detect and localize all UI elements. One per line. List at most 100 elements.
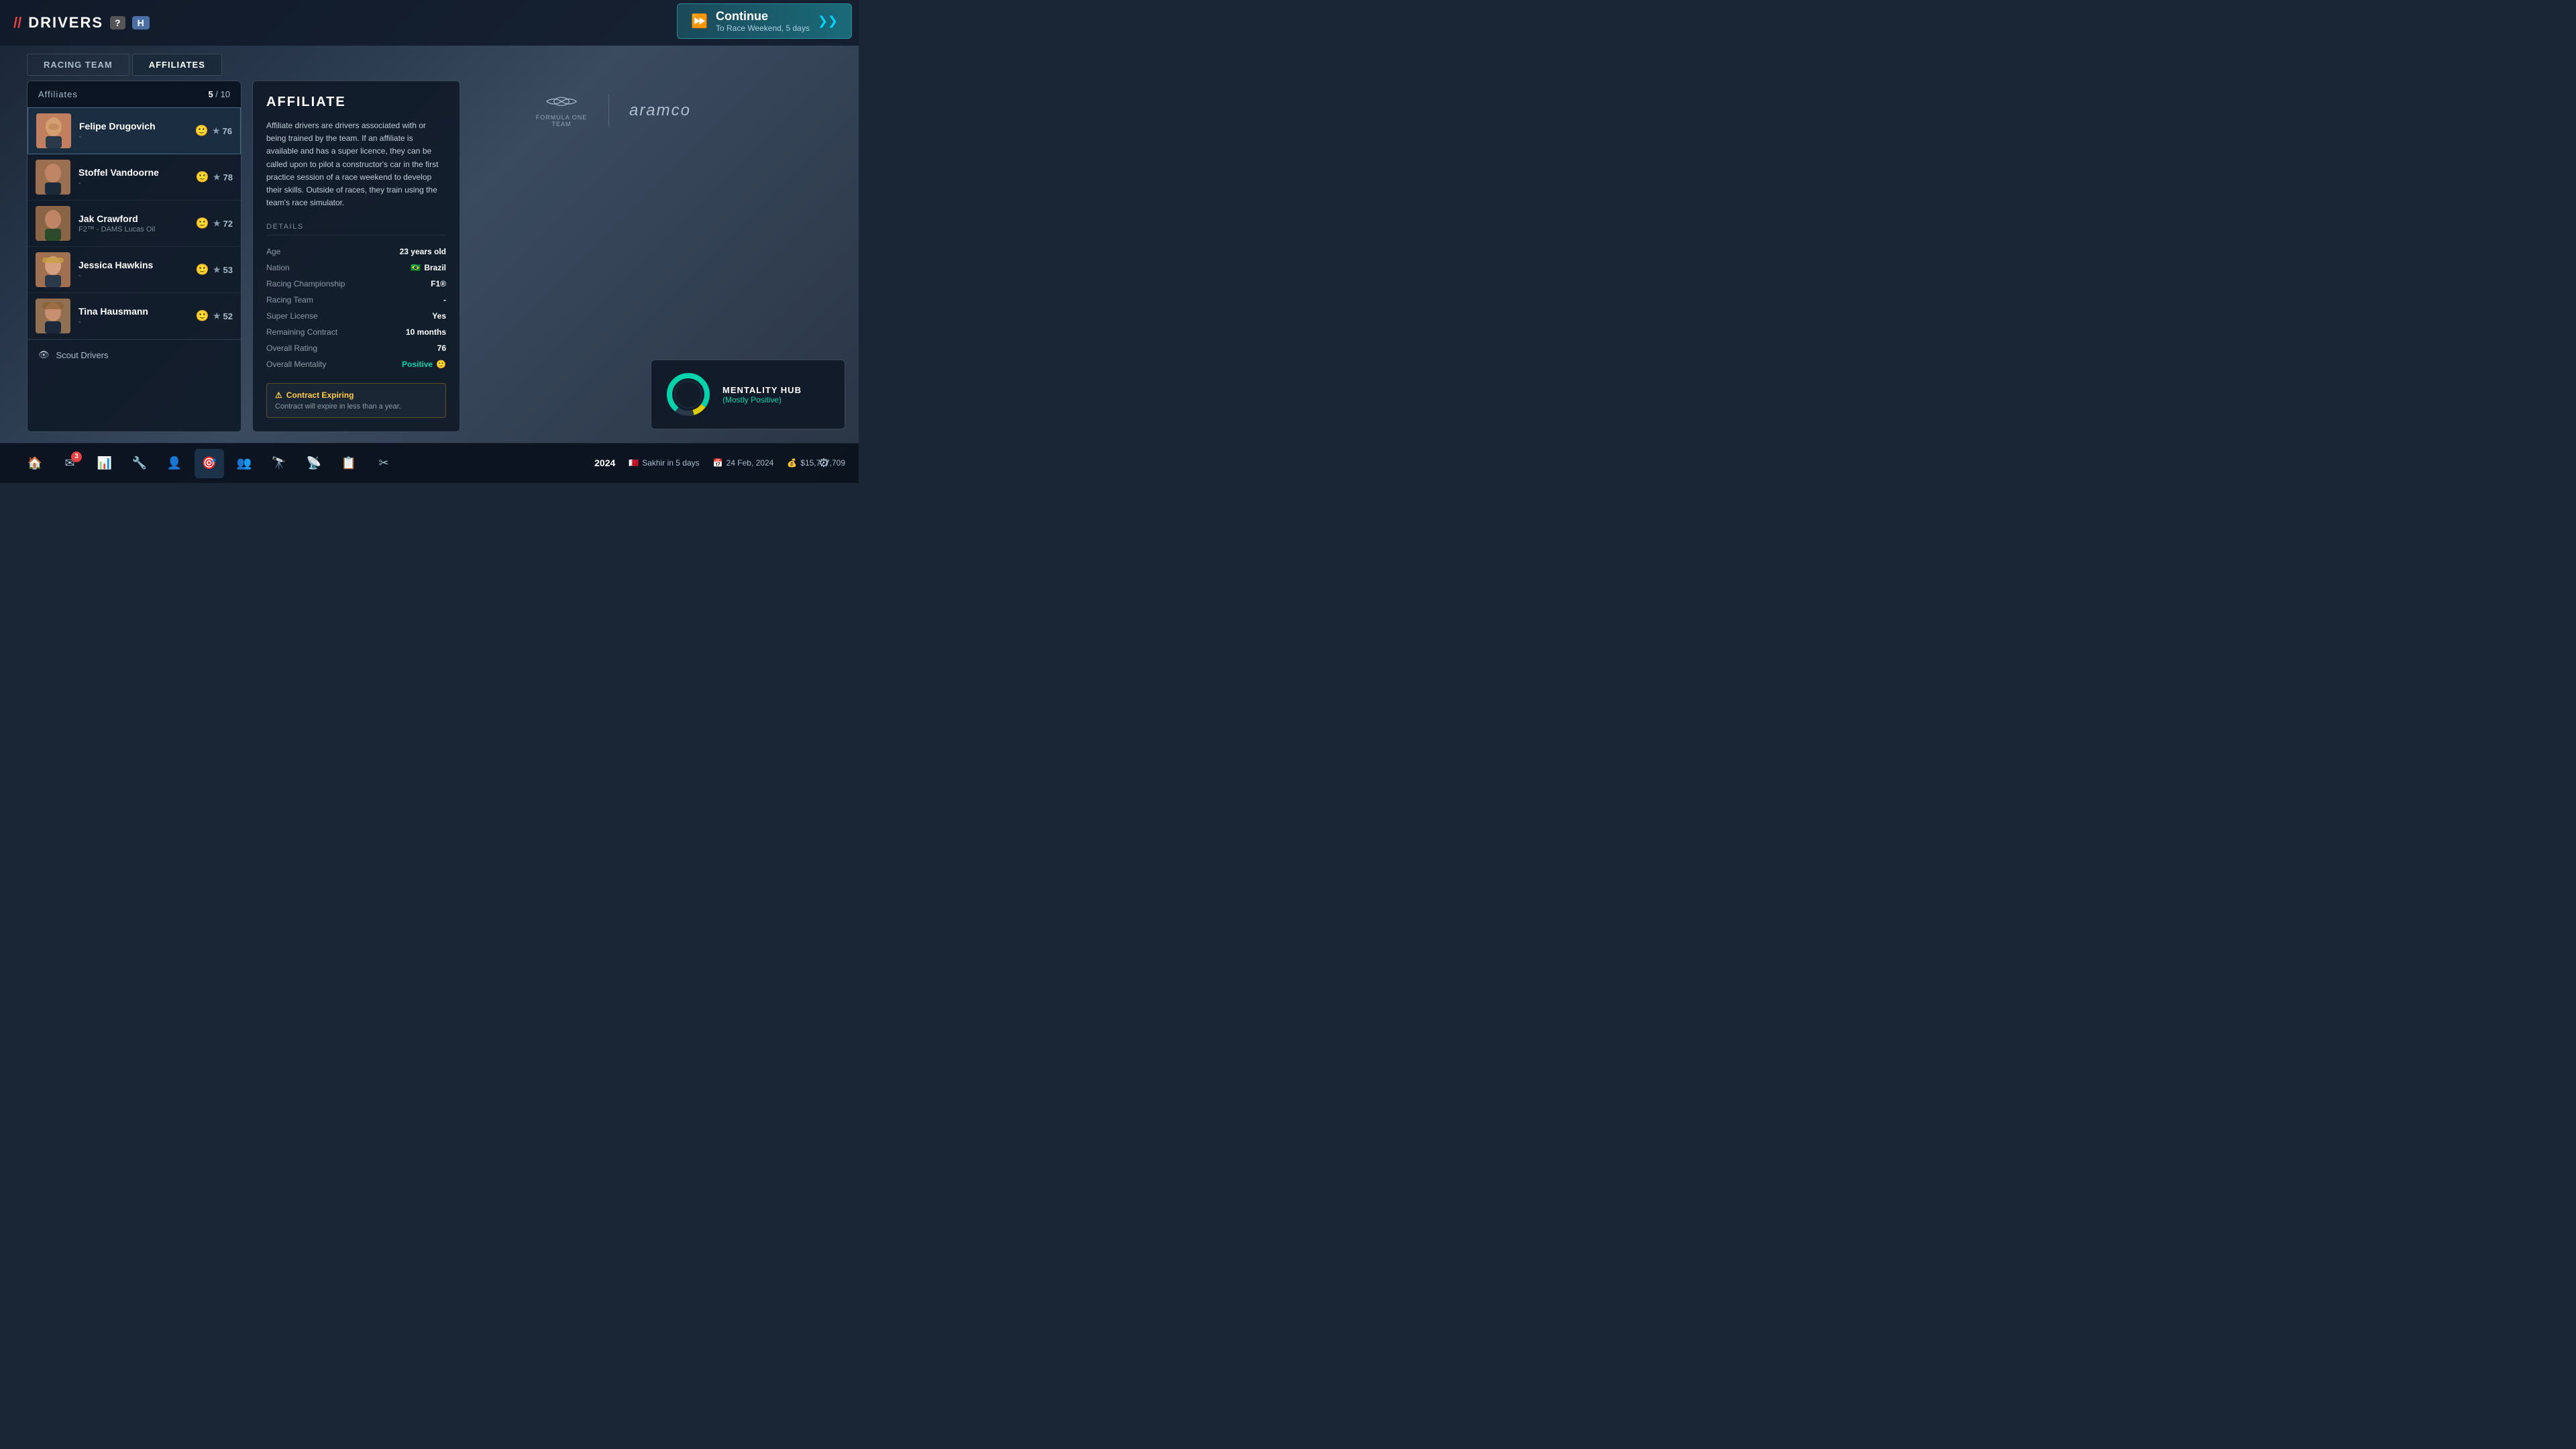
warning-title-text: Contract Expiring	[286, 390, 354, 400]
label-overall-rating: Overall Rating	[266, 343, 317, 353]
details-section: DETAILS Age 23 years old Nation 🇧🇷 Brazi…	[266, 223, 446, 372]
driver-info-stoffel: Stoffel Vandoorne -	[78, 167, 196, 187]
mentality-text: Positive	[402, 360, 433, 369]
driver-list: Felipe Drugovich - 🙂 ★ 76	[28, 107, 241, 339]
details-section-title: DETAILS	[266, 223, 446, 235]
driver-team-jessica: -	[78, 272, 196, 280]
nav-strategy[interactable]: 📡	[299, 449, 329, 478]
value-mentality: Positive 🙂	[402, 360, 446, 369]
location-text: Sakhir in 5 days	[642, 458, 699, 468]
driver-team-jak: F2™ - DAMS Lucas Oil	[78, 225, 196, 233]
nav-team[interactable]: 👥	[229, 449, 259, 478]
warning-icon: ⚠	[275, 390, 282, 400]
rating-jak: ★ 72	[213, 219, 233, 229]
nav-driver[interactable]: 👤	[160, 449, 189, 478]
detail-row-racing-team: Racing Team -	[266, 292, 446, 308]
continue-icon: ⏩	[691, 13, 708, 30]
tab-bar: RACING TEAM AFFILIATES	[27, 54, 222, 76]
scout-label: Scout Drivers	[56, 350, 109, 360]
money-icon: 💰	[787, 458, 797, 468]
mood-icon-jessica: 🙂	[196, 263, 209, 276]
main-content: Affiliates 5 / 10 Felip	[27, 80, 460, 432]
nav-car[interactable]: 🔧	[125, 449, 154, 478]
help-badge[interactable]: ?	[110, 16, 125, 30]
rating-jessica: ★ 53	[213, 265, 233, 275]
nation-text: Brazil	[424, 263, 446, 272]
driver-info-felipe: Felipe Drugovich -	[79, 121, 195, 141]
continue-button[interactable]: ⏩ Continue To Race Weekend, 5 days ❯❯	[677, 3, 852, 39]
nav-contracts[interactable]: 📋	[334, 449, 364, 478]
status-money: 💰 $15,777,709	[787, 458, 845, 468]
avatar-stoffel	[36, 160, 70, 195]
star-icon-4: ★	[213, 265, 221, 274]
nav-tactics[interactable]: ✂	[369, 449, 398, 478]
scout-drivers-button[interactable]: 👁 Scout Drivers	[28, 339, 241, 370]
avatar-felipe	[36, 113, 71, 148]
tab-racing-team[interactable]: RACING TEAM	[27, 54, 129, 76]
tab-affiliates[interactable]: AFFILIATES	[132, 54, 222, 76]
driver-info-jak: Jak Crawford F2™ - DAMS Lucas Oil	[78, 213, 196, 233]
driver-stats-felipe: 🙂 ★ 76	[195, 124, 232, 138]
status-year: 2024	[594, 458, 615, 468]
header: // DRIVERS ? H ⏩ Continue To Race Weeken…	[0, 0, 859, 46]
mood-icon-stoffel: 🙂	[196, 170, 209, 184]
nav-scout[interactable]: 🔭	[264, 449, 294, 478]
driver-info-jessica: Jessica Hawkins -	[78, 260, 196, 280]
rating-value-felipe: 76	[223, 126, 232, 136]
continue-text: Continue To Race Weekend, 5 days	[716, 9, 810, 33]
warning-title: ⚠ Contract Expiring	[275, 390, 437, 400]
label-contract: Remaining Contract	[266, 327, 337, 337]
count-total: 10	[221, 89, 230, 99]
status-date: 📅 24 Feb, 2024	[713, 458, 774, 468]
value-overall-rating: 76	[437, 343, 446, 353]
driver-item-jak[interactable]: Jak Crawford F2™ - DAMS Lucas Oil 🙂 ★ 72	[28, 201, 241, 247]
driver-item-tina[interactable]: Tina Hausmann - 🙂 ★ 52	[28, 293, 241, 339]
rating-stoffel: ★ 78	[213, 172, 233, 182]
count-separator: /	[215, 89, 220, 99]
money-text: $15,777,709	[800, 458, 845, 468]
driver-team-stoffel: -	[78, 179, 196, 187]
detail-row-super-license: Super License Yes	[266, 308, 446, 324]
detail-row-age: Age 23 years old	[266, 244, 446, 260]
continue-sub: To Race Weekend, 5 days	[716, 23, 810, 33]
header-slashes: //	[13, 14, 21, 32]
label-super-license: Super License	[266, 311, 318, 321]
nav-mail[interactable]: ✉ 3	[55, 449, 85, 478]
driver-name-felipe: Felipe Drugovich	[79, 121, 195, 131]
mentality-hub[interactable]: MENTALITY HUB (Mostly Positive)	[651, 360, 845, 429]
details-panel: AFFILIATE Affiliate drivers are drivers …	[252, 80, 460, 432]
detail-row-nation: Nation 🇧🇷 Brazil	[266, 260, 446, 276]
hotkey-badge[interactable]: H	[132, 16, 150, 30]
mood-icon-jak: 🙂	[196, 217, 209, 230]
driver-item-jessica[interactable]: Jessica Hawkins - 🙂 ★ 53	[28, 247, 241, 293]
header-title: // DRIVERS ? H	[13, 14, 150, 32]
star-icon: ★	[213, 126, 220, 136]
driver-name-tina: Tina Hausmann	[78, 306, 196, 317]
driver-stats-jak: 🙂 ★ 72	[196, 217, 233, 230]
driver-name-jessica: Jessica Hawkins	[78, 260, 196, 270]
calendar-icon: 📅	[713, 458, 723, 468]
nav-home[interactable]: 🏠	[20, 449, 50, 478]
affiliate-description: Affiliate drivers are drivers associated…	[266, 119, 446, 209]
label-age: Age	[266, 247, 280, 256]
panel-count: 5 / 10	[208, 89, 230, 99]
panel-header: Affiliates 5 / 10	[28, 81, 241, 107]
avatar-jak	[36, 206, 70, 241]
value-championship: F1®	[431, 279, 446, 288]
detail-row-championship: Racing Championship F1®	[266, 276, 446, 292]
avatar-jessica	[36, 252, 70, 287]
nav-current[interactable]: 🎯	[195, 449, 224, 478]
panel-title: Affiliates	[38, 89, 78, 99]
label-championship: Racing Championship	[266, 279, 345, 288]
label-nation: Nation	[266, 263, 290, 272]
aston-martin-logo: FORMULA ONE TEAM	[535, 94, 588, 127]
mail-badge: 3	[71, 451, 82, 462]
status-location: 🇧🇭 Sakhir in 5 days	[629, 458, 699, 468]
rating-value-jak: 72	[223, 219, 233, 229]
nav-stats[interactable]: 📊	[90, 449, 119, 478]
mentality-text-block: MENTALITY HUB (Mostly Positive)	[722, 385, 802, 405]
driver-item-stoffel[interactable]: Stoffel Vandoorne - 🙂 ★ 78	[28, 154, 241, 201]
rating-value-stoffel: 78	[223, 172, 233, 182]
mood-icon-felipe: 🙂	[195, 124, 209, 138]
driver-item-felipe[interactable]: Felipe Drugovich - 🙂 ★ 76	[28, 107, 241, 154]
